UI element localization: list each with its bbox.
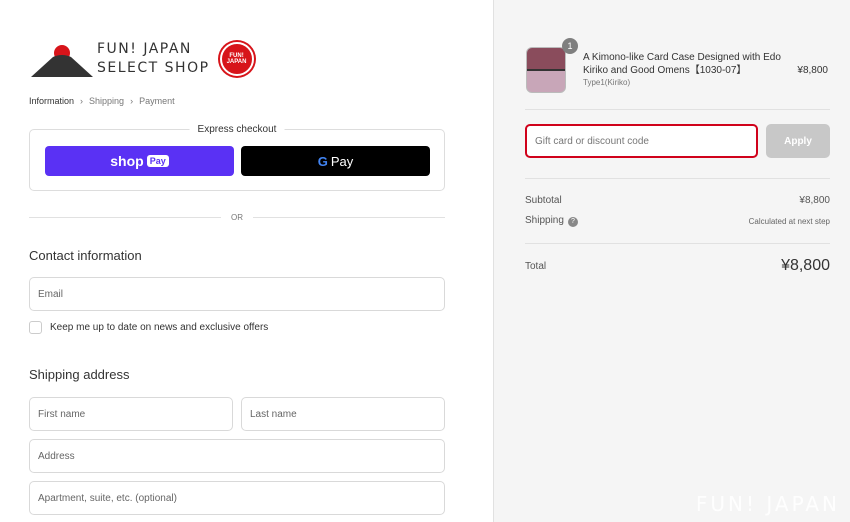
quantity-badge: 1 (562, 38, 578, 54)
apartment-field[interactable]: Apartment, suite, etc. (optional) (29, 481, 445, 515)
last-name-field[interactable]: Last name (241, 397, 445, 431)
breadcrumb-shipping: Shipping (89, 96, 125, 106)
google-icon: G (317, 153, 328, 169)
help-icon[interactable]: ? (567, 217, 578, 227)
breadcrumb-information[interactable]: Information (29, 96, 74, 106)
email-field[interactable]: Email (29, 277, 445, 311)
first-name-field[interactable]: First name (29, 397, 233, 431)
divider (525, 178, 830, 179)
shipping-label: Shipping (525, 215, 564, 226)
apply-button[interactable]: Apply (766, 124, 830, 158)
logo-line2: SELECT SHOP (97, 60, 210, 76)
subtotal-value: ¥8,800 (799, 195, 830, 206)
total-label: Total (525, 260, 547, 272)
shipping-row: Shipping? Calculated at next step (525, 215, 830, 227)
total-row: Total ¥8,800 (525, 257, 830, 275)
total-value: ¥8,800 (781, 257, 830, 274)
chevron-right-icon: › (130, 96, 134, 106)
or-label: OR (231, 213, 243, 222)
google-pay-button[interactable]: G Pay (241, 146, 430, 176)
subtotal-label: Subtotal (525, 195, 562, 206)
divider (525, 109, 830, 110)
express-checkout: Express checkout shop Pay G Pay (29, 124, 445, 191)
discount-code-input[interactable]: Gift card or discount code (525, 124, 758, 158)
newsletter-checkbox[interactable]: Keep me up to date on news and exclusive… (29, 321, 268, 334)
product-name: A Kimono-like Card Case Designed with Ed… (583, 52, 781, 76)
breadcrumb-payment: Payment (139, 96, 175, 106)
newsletter-label: Keep me up to date on news and exclusive… (50, 322, 269, 333)
divider (525, 243, 830, 244)
shipping-title: Shipping address (29, 367, 130, 382)
logo-line1: FUN! JAPAN (97, 41, 192, 57)
product-price: ¥8,800 (797, 65, 828, 76)
contact-title: Contact information (29, 248, 142, 263)
shipping-value: Calculated at next step (748, 216, 830, 226)
express-checkout-title: Express checkout (189, 124, 285, 135)
subtotal-row: Subtotal ¥8,800 (525, 195, 830, 206)
checkout-form: FUN! JAPAN SELECT SHOP FUN! JAPAN Informat… (0, 0, 493, 522)
breadcrumb: Information › Shipping › Payment (29, 96, 175, 106)
shop-pay-label: shop (110, 153, 144, 169)
or-divider: OR (29, 213, 445, 222)
logo-seal: FUN! JAPAN (219, 42, 254, 76)
address-field[interactable]: Address (29, 439, 445, 473)
mount-fuji-icon (31, 45, 93, 77)
order-summary: 1 A Kimono-like Card Case Designed with … (493, 0, 850, 522)
checkbox[interactable] (29, 321, 42, 334)
google-pay-label: Pay (330, 153, 354, 169)
chevron-right-icon: › (80, 96, 84, 106)
logo[interactable]: FUN! JAPAN SELECT SHOP FUN! JAPAN (31, 40, 254, 78)
product-variant: Type1(Kiriko) (583, 78, 631, 87)
watermark: FUN! JAPAN (695, 492, 840, 516)
product-thumbnail (526, 47, 566, 93)
shop-pay-badge: Pay (146, 155, 169, 167)
shop-pay-button[interactable]: shop Pay (45, 146, 234, 176)
